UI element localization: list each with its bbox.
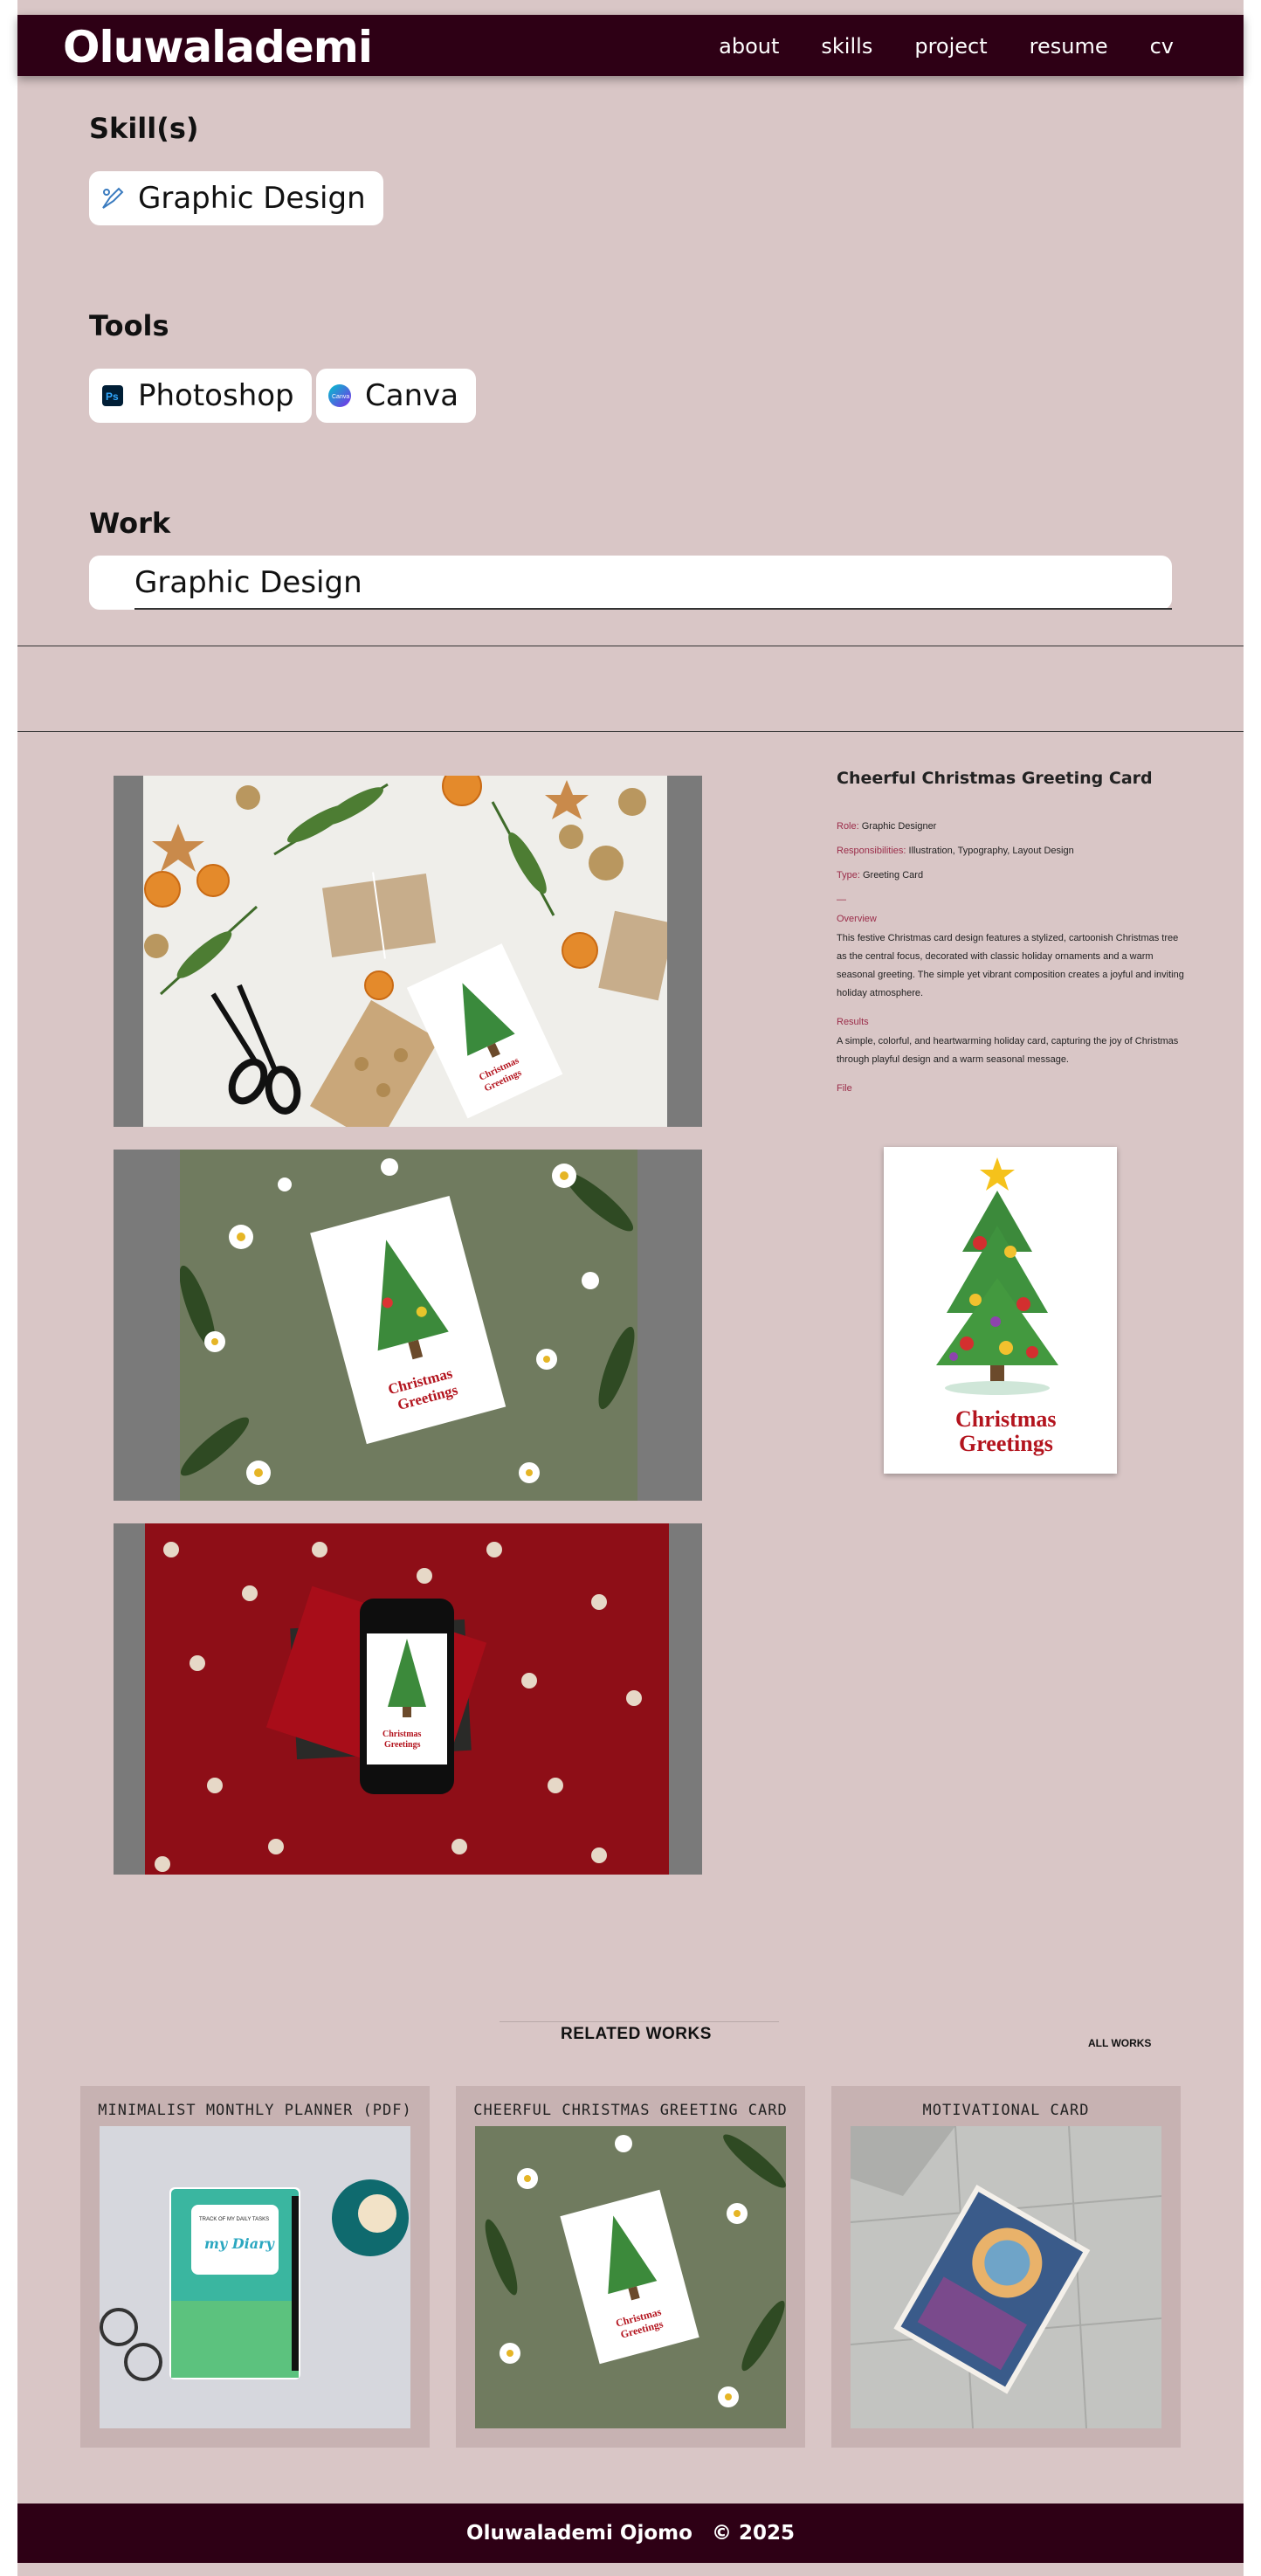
nav-about[interactable]: about (719, 34, 779, 59)
nav-cv[interactable]: cv (1150, 34, 1174, 59)
skill-label: Graphic Design (138, 181, 366, 216)
project-details: Cheerful Christmas Greeting Card Role: G… (837, 769, 1186, 1094)
file-preview-card[interactable]: Christmas Greetings (884, 1147, 1117, 1474)
work-filter-select[interactable]: Graphic Design (89, 556, 1172, 610)
work-heading: Work (89, 507, 171, 540)
role-label: Role: (837, 821, 859, 832)
diary-title-text: my Diary (204, 2235, 276, 2252)
svg-text:Ps: Ps (106, 390, 119, 403)
planner-image: TRACK OF MY DAILY TASKS my Diary (100, 2126, 410, 2428)
file-label: File (837, 1083, 852, 1094)
work-underline (134, 608, 1172, 610)
mockup-image-phone[interactable]: Christmas Greetings (114, 1523, 702, 1875)
nav-project[interactable]: project (914, 34, 987, 59)
tool-label: Photoshop (138, 378, 294, 413)
overview-text: This festive Christmas card design featu… (837, 933, 1184, 998)
canva-icon: Canva (327, 383, 353, 409)
overview-label: Overview (837, 914, 877, 924)
responsibilities-value: Illustration, Typography, Layout Design (908, 846, 1074, 856)
top-navbar: Oluwalademi about skills project resume … (17, 15, 1244, 76)
tool-chip-canva[interactable]: Canva Canva (316, 369, 477, 423)
mockup-image-flatlay[interactable]: Christmas Greetings (114, 776, 702, 1127)
card-title: CHEERFUL CHRISTMAS GREETING CARD (473, 2102, 788, 2119)
type-label: Type: (837, 870, 860, 881)
role-row: Role: Graphic Designer (837, 821, 1186, 832)
work-selected: Graphic Design (134, 565, 362, 600)
divider (17, 731, 1244, 732)
card-text-1: Christmas (955, 1406, 1057, 1432)
related-card-planner[interactable]: MINIMALIST MONTHLY PLANNER (PDF) TRACK O… (80, 2086, 430, 2448)
footer-year: © 2025 (711, 2522, 795, 2545)
tools-heading: Tools (89, 309, 169, 342)
footer-name: Oluwalademi Ojomo (466, 2522, 693, 2545)
diary-top-text: TRACK OF MY DAILY TASKS (199, 2217, 269, 2222)
nav-skills[interactable]: skills (821, 34, 872, 59)
mockup-image-daisies[interactable]: Christmas Greetings (114, 1150, 702, 1501)
results-text: A simple, colorful, and heartwarming hol… (837, 1036, 1179, 1065)
christmas-image: Christmas Greetings (475, 2126, 786, 2428)
separator-dash: — (837, 894, 846, 905)
tool-chip-photoshop[interactable]: Ps Photoshop (89, 369, 312, 423)
project-title: Cheerful Christmas Greeting Card (837, 769, 1153, 788)
svg-text:Christmas: Christmas (382, 1730, 422, 1739)
photoshop-icon: Ps (100, 383, 126, 409)
nav-links: about skills project resume cv (719, 34, 1174, 59)
related-works-heading: RELATED WORKS (561, 2025, 712, 2043)
card-title: MINIMALIST MONTHLY PLANNER (PDF) (98, 2102, 412, 2119)
type-value: Greeting Card (862, 870, 924, 881)
related-card-motivational[interactable]: MOTIVATIONAL CARD (831, 2086, 1181, 2448)
card-text-2: Greetings (959, 1431, 1053, 1456)
svg-text:Canva: Canva (332, 394, 349, 400)
role-value: Graphic Designer (861, 821, 937, 832)
related-card-christmas[interactable]: CHEERFUL CHRISTMAS GREETING CARD Christm… (456, 2086, 805, 2448)
skills-heading: Skill(s) (89, 112, 199, 145)
svg-text:Greetings: Greetings (384, 1740, 421, 1750)
card-title: MOTIVATIONAL CARD (922, 2102, 1090, 2119)
type-row: Type: Greeting Card (837, 870, 1186, 881)
all-works-link[interactable]: ALL WORKS (1088, 2037, 1151, 2049)
related-divider (500, 2021, 779, 2022)
footer: Oluwalademi Ojomo © 2025 (17, 2503, 1244, 2563)
skill-chip-graphic-design[interactable]: Graphic Design (89, 171, 383, 225)
christmas-tree-illustration: Christmas Greetings (936, 1157, 1058, 1456)
brand-logo[interactable]: Oluwalademi (63, 22, 373, 73)
responsibilities-row: Responsibilities: Illustration, Typograp… (837, 846, 1186, 856)
results-label: Results (837, 1017, 869, 1027)
nav-resume[interactable]: resume (1030, 34, 1108, 59)
responsibilities-label: Responsibilities: (837, 846, 906, 856)
page: Oluwalademi about skills project resume … (17, 0, 1244, 2576)
motivational-image (851, 2126, 1161, 2428)
pen-tool-icon (100, 185, 126, 211)
tool-label: Canva (365, 378, 459, 413)
